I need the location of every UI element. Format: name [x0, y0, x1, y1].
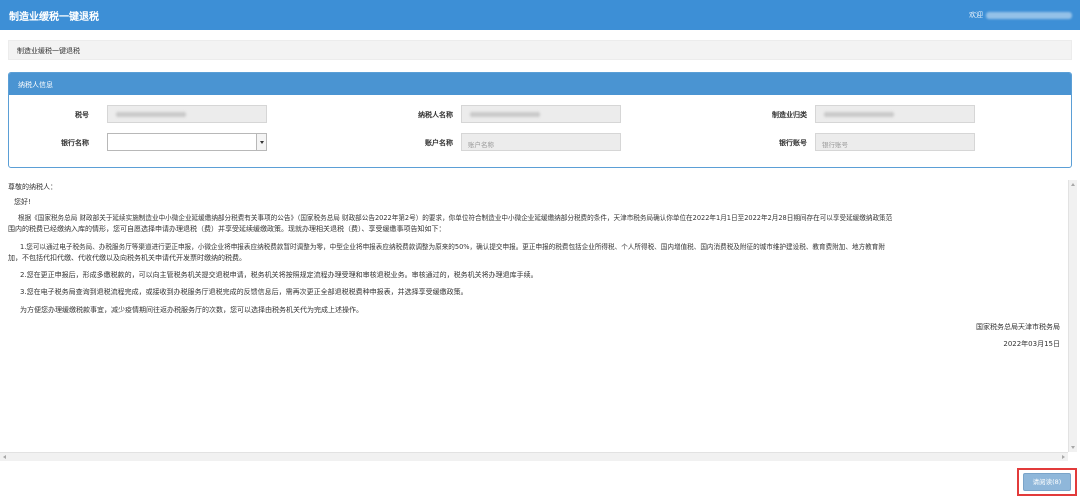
letter-salutation: 尊敬的纳税人： — [8, 183, 57, 191]
horizontal-scrollbar[interactable] — [0, 452, 1068, 461]
bank-account-placeholder: 银行账号 — [822, 141, 848, 149]
bank-name-select[interactable] — [107, 133, 267, 151]
letter-item-1a: 1.您可以通过电子税务局、办税服务厅等渠道进行更正申报，小微企业将申报表应纳税费… — [20, 243, 885, 251]
tax-id-field[interactable] — [107, 105, 267, 123]
app-title: 制造业缓税一键退税 — [9, 12, 99, 23]
account-name-placeholder: 账户名称 — [468, 141, 494, 149]
app-header: 制造业缓税一键退税 欢迎 — [0, 0, 1080, 30]
vertical-scrollbar[interactable] — [1068, 180, 1077, 452]
letter-item-1b: 加，不包括代扣代缴、代收代缴以及向税务机关申请代开发票时缴纳的税费。 — [8, 254, 246, 262]
industry-category-field[interactable] — [815, 105, 975, 123]
letter-item-2: 2.您在更正申报后，形成多缴税款的，可以向主管税务机关提交退税申请，税务机关将按… — [20, 271, 538, 279]
letter-paragraph-1b: 围内的税费已经缴纳入库的情形，您可自愿选择申请办理退税（费）并享受延续缓缴政策。… — [8, 225, 446, 233]
taxpayer-info-panel: 纳税人信息 税号 纳税人名称 制造业归类 银行名称 账户名称 账户名称 银行账号… — [8, 72, 1072, 168]
bank-account-label: 银行账号 — [779, 139, 807, 147]
scroll-left-icon[interactable] — [3, 455, 6, 459]
letter-paragraph-1a: 根据《国家税务总局 财政部关于延续实施制造业中小微企业延缓缴纳部分税费有关事项的… — [18, 214, 893, 222]
letter-greeting: 您好! — [14, 198, 31, 206]
welcome-area: 欢迎 — [969, 10, 1072, 20]
bank-name-label: 银行名称 — [61, 139, 89, 147]
letter-item-3: 3.您在电子税务局查询到退税流程完成，或接收到办税服务厅退税完成的反馈信息后，需… — [20, 288, 468, 296]
scroll-right-icon[interactable] — [1062, 455, 1065, 459]
tax-id-label: 税号 — [75, 111, 89, 119]
account-name-label: 账户名称 — [425, 139, 453, 147]
apply-button[interactable]: 请阅读(8) — [1023, 473, 1071, 491]
taxpayer-name-field[interactable] — [461, 105, 621, 123]
letter-date: 2022年03月15日 — [1003, 340, 1060, 348]
bank-account-field[interactable]: 银行账号 — [815, 133, 975, 151]
account-name-field[interactable]: 账户名称 — [461, 133, 621, 151]
letter-closing: 为方便您办理缓缴税款事宜，减少疫情期间往返办税服务厅的次数，您可以选择由税务机关… — [20, 306, 363, 314]
redacted-username — [986, 11, 1072, 19]
dropdown-arrow-icon[interactable] — [256, 134, 266, 150]
welcome-label: 欢迎 — [969, 11, 983, 19]
panel-title: 纳税人信息 — [18, 81, 53, 89]
notice-letter: 尊敬的纳税人： 您好! 根据《国家税务总局 财政部关于延续实施制造业中小微企业延… — [4, 180, 1066, 452]
industry-category-label: 制造业归类 — [772, 111, 807, 119]
taxpayer-name-label: 纳税人名称 — [418, 111, 453, 119]
scroll-up-icon[interactable] — [1071, 183, 1075, 186]
breadcrumb-label: 制造业缓税一键退税 — [17, 47, 80, 55]
scroll-down-icon[interactable] — [1071, 446, 1075, 449]
breadcrumb: 制造业缓税一键退税 — [8, 40, 1072, 60]
panel-header: 纳税人信息 — [9, 73, 1071, 95]
letter-signature: 国家税务总局天津市税务局 — [976, 323, 1060, 331]
